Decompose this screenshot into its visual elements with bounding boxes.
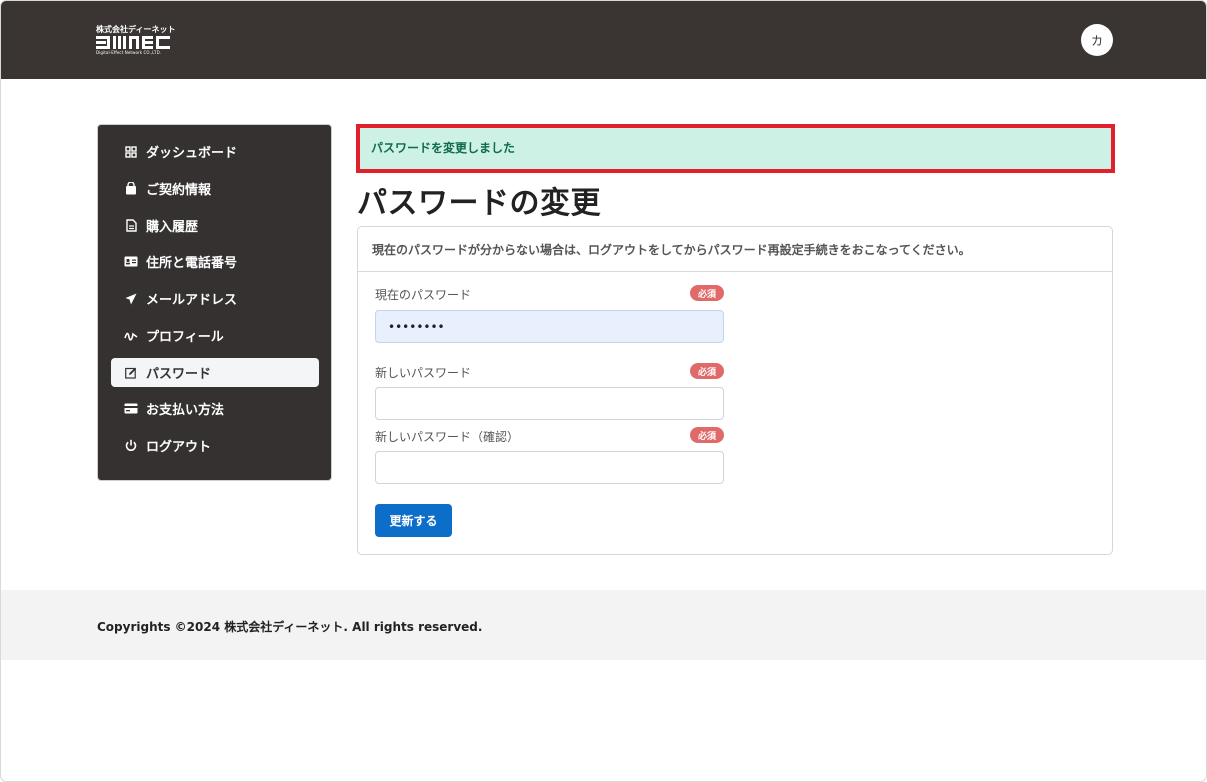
power-icon <box>124 439 138 453</box>
dashboard-grid-icon <box>124 145 138 159</box>
sidebar-item-contract[interactable]: ご契約情報 <box>111 174 319 203</box>
sidebar-item-purchase-history[interactable]: 購入履歴 <box>111 211 319 240</box>
password-form-card: 現在のパスワードが分からない場合は、ログアウトをしてからパスワード再設定手続きを… <box>357 226 1113 555</box>
credit-card-icon <box>124 402 138 416</box>
sidebar-item-password[interactable]: パスワード <box>111 358 319 387</box>
required-badge: 必須 <box>690 363 724 379</box>
company-logo[interactable]: 株式会社ディーネット Digital-Effect Network CO.,LT… <box>96 25 176 57</box>
logo-company-name: 株式会社ディーネット <box>96 25 176 34</box>
signature-icon <box>124 329 138 343</box>
password-reset-note: 現在のパスワードが分からない場合は、ログアウトをしてからパスワード再設定手続きを… <box>372 243 971 257</box>
edit-icon <box>124 366 138 380</box>
new-password-field[interactable] <box>375 387 724 420</box>
sidebar-item-dashboard[interactable]: ダッシュボード <box>111 137 319 166</box>
sidebar-nav: ダッシュボード ご契約情報 購入履歴 住所と電話番号 メールアドレス プロフィー… <box>97 124 332 481</box>
browser-frame: 株式会社ディーネット Digital-Effect Network CO.,LT… <box>0 0 1207 782</box>
success-alert: パスワードを変更しました <box>356 124 1115 173</box>
sidebar-item-profile[interactable]: プロフィール <box>111 321 319 350</box>
alert-message: パスワードを変更しました <box>371 141 516 155</box>
sidebar-item-label: メールアドレス <box>146 293 238 308</box>
id-card-icon <box>124 255 138 269</box>
user-avatar[interactable]: カ <box>1081 24 1113 56</box>
sidebar-item-label: ご契約情報 <box>146 183 212 198</box>
sidebar-item-address-phone[interactable]: 住所と電話番号 <box>111 247 319 276</box>
sidebar-item-payment-method[interactable]: お支払い方法 <box>111 394 319 423</box>
new-password-label: 新しいパスワード <box>375 366 472 380</box>
sidebar-item-label: パスワード <box>146 367 212 382</box>
confirm-password-label: 新しいパスワード（確認） <box>375 430 520 444</box>
sidebar-item-label: ログアウト <box>146 440 212 455</box>
sidebar-item-label: 住所と電話番号 <box>146 256 238 271</box>
copyright-text: Copyrights ©2024 株式会社ディーネット. All rights … <box>97 620 483 634</box>
shopping-bag-icon <box>124 182 138 196</box>
update-button[interactable]: 更新する <box>375 504 452 537</box>
sidebar-item-label: お支払い方法 <box>146 403 225 418</box>
document-icon <box>124 219 138 233</box>
current-password-field[interactable] <box>375 310 724 343</box>
sidebar-item-label: プロフィール <box>146 330 224 345</box>
sidebar-item-logout[interactable]: ログアウト <box>111 431 319 460</box>
current-password-label: 現在のパスワード <box>375 288 472 302</box>
sidebar-item-label: 購入履歴 <box>146 220 199 235</box>
sidebar-item-label: ダッシュボード <box>146 146 238 161</box>
required-badge: 必須 <box>690 427 724 443</box>
card-header: 現在のパスワードが分からない場合は、ログアウトをしてからパスワード再設定手続きを… <box>358 227 1112 272</box>
confirm-password-field[interactable] <box>375 451 724 484</box>
app-header: 株式会社ディーネット Digital-Effect Network CO.,LT… <box>1 1 1206 79</box>
logo-tagline: Digital-Effect Network CO.,LTD. <box>96 50 162 55</box>
sidebar-item-email[interactable]: メールアドレス <box>111 284 319 313</box>
page-title: パスワードの変更 <box>357 186 601 221</box>
page-footer: Copyrights ©2024 株式会社ディーネット. All rights … <box>1 590 1206 660</box>
logo-mark-icon <box>96 36 170 49</box>
paper-plane-icon <box>124 292 138 306</box>
required-badge: 必須 <box>690 285 724 301</box>
